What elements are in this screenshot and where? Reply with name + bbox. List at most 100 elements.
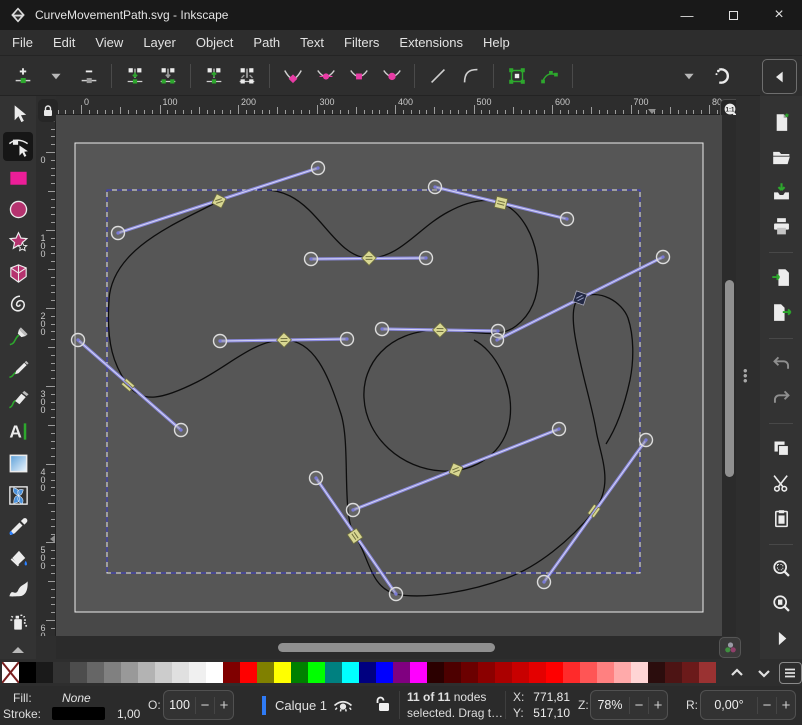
join-with-segment-button[interactable] <box>151 59 184 93</box>
rotation-spinbox[interactable]: 0,00° − + <box>700 690 796 720</box>
palette-swatch[interactable] <box>614 662 631 683</box>
palette-swatch[interactable] <box>172 662 189 683</box>
zoom-drawing-button[interactable] <box>766 589 796 618</box>
layer-indicator[interactable]: Calque 1 <box>262 696 327 715</box>
join-nodes-button[interactable] <box>118 59 151 93</box>
tool-spiral[interactable] <box>3 290 33 319</box>
new-document-button[interactable] <box>766 108 796 137</box>
break-nodes-button[interactable] <box>197 59 230 93</box>
palette-swatch[interactable] <box>70 662 87 683</box>
palette-swatch[interactable] <box>274 662 291 683</box>
palette-swatch[interactable] <box>308 662 325 683</box>
palette-swatch[interactable] <box>563 662 580 683</box>
tool-tweak[interactable] <box>3 576 33 605</box>
palette-swatch[interactable] <box>444 662 461 683</box>
save-document-button[interactable] <box>766 178 796 207</box>
menu-object[interactable]: Object <box>186 31 244 54</box>
palette-swatch[interactable] <box>461 662 478 683</box>
print-button[interactable] <box>766 212 796 241</box>
delete-segment-button[interactable] <box>230 59 263 93</box>
layer-visibility-eye-icon[interactable] <box>333 697 353 712</box>
palette-swatch[interactable] <box>376 662 393 683</box>
palette-swatch[interactable] <box>155 662 172 683</box>
toolbox-scroll-more-button[interactable] <box>11 641 25 659</box>
menu-layer[interactable]: Layer <box>133 31 186 54</box>
maximize-button[interactable] <box>710 0 756 30</box>
dock-grip-handle[interactable]: ••• <box>743 368 748 383</box>
tool-dropper[interactable] <box>3 512 33 541</box>
fill-value[interactable]: None <box>62 691 91 705</box>
menu-file[interactable]: File <box>2 31 43 54</box>
rotation-value[interactable]: 0,00° <box>701 698 757 712</box>
palette-swatch[interactable] <box>87 662 104 683</box>
opacity-value[interactable]: 100 <box>164 698 195 712</box>
tool-gradient[interactable] <box>3 449 33 478</box>
palette-swatch[interactable] <box>240 662 257 683</box>
palette-swatch[interactable] <box>359 662 376 683</box>
palette-swatch[interactable] <box>699 662 716 683</box>
color-managed-display-toggle[interactable] <box>719 637 741 658</box>
palette-swatch[interactable] <box>427 662 444 683</box>
palette-swatch[interactable] <box>546 662 563 683</box>
open-document-button[interactable] <box>766 143 796 172</box>
rotation-increase-button[interactable]: + <box>776 697 795 714</box>
stroke-color-swatch[interactable] <box>52 707 105 720</box>
make-auto-node-button[interactable] <box>375 59 408 93</box>
horizontal-scrollbar-thumb[interactable] <box>278 643 495 652</box>
opacity-decrease-button[interactable]: − <box>195 697 214 714</box>
palette-swatch[interactable] <box>53 662 70 683</box>
palette-swatch[interactable] <box>19 662 36 683</box>
rotation-decrease-button[interactable]: − <box>757 697 776 714</box>
minimize-button[interactable]: — <box>664 0 710 30</box>
palette-swatch[interactable] <box>631 662 648 683</box>
canvas[interactable] <box>56 115 722 636</box>
cut-button[interactable] <box>766 469 796 498</box>
export-button[interactable] <box>766 298 796 327</box>
make-smooth-node-button[interactable] <box>309 59 342 93</box>
palette-swatch[interactable] <box>189 662 206 683</box>
snap-bar-collapse-button[interactable] <box>762 59 797 94</box>
tool-paint-bucket[interactable] <box>3 544 33 573</box>
stroke-to-path-button[interactable] <box>533 59 566 93</box>
zoom-decrease-button[interactable]: − <box>629 697 648 714</box>
palette-swatch[interactable] <box>121 662 138 683</box>
import-button[interactable] <box>766 263 796 292</box>
menu-path[interactable]: Path <box>243 31 290 54</box>
palette-swatch[interactable] <box>393 662 410 683</box>
palette-swatch[interactable] <box>495 662 512 683</box>
tool-rectangle[interactable] <box>3 163 33 192</box>
delete-node-button[interactable] <box>72 59 105 93</box>
duplicate-button[interactable] <box>766 434 796 463</box>
guide-lock-toggle[interactable] <box>38 99 58 122</box>
toolbar-options-menu-button[interactable] <box>672 59 705 93</box>
palette-swatch[interactable] <box>342 662 359 683</box>
paste-button[interactable] <box>766 504 796 533</box>
horizontal-ruler[interactable]: 0100200300400500600700800 <box>56 96 722 115</box>
zoom-spinbox[interactable]: 78% − + <box>590 690 668 720</box>
menu-view[interactable]: View <box>85 31 133 54</box>
menu-edit[interactable]: Edit <box>43 31 85 54</box>
layer-lock-open-icon[interactable] <box>374 695 391 713</box>
palette-scroll-down[interactable] <box>751 662 776 684</box>
opacity-increase-button[interactable]: + <box>214 697 233 714</box>
vertical-scrollbar[interactable] <box>722 115 736 636</box>
menu-filters[interactable]: Filters <box>334 31 389 54</box>
layer-name[interactable]: Calque 1 <box>275 698 327 713</box>
palette-swatch[interactable] <box>104 662 121 683</box>
menu-extensions[interactable]: Extensions <box>389 31 473 54</box>
palette-swatch[interactable] <box>597 662 614 683</box>
palette-swatch[interactable] <box>206 662 223 683</box>
palette-swatch[interactable] <box>478 662 495 683</box>
menu-text[interactable]: Text <box>290 31 334 54</box>
redo-button[interactable] <box>766 383 796 412</box>
tool-node-editor[interactable] <box>3 132 33 161</box>
insert-node-menu-button[interactable] <box>39 59 72 93</box>
next-path-effect-parameter-button[interactable] <box>705 59 738 93</box>
tool-selector[interactable] <box>3 100 33 129</box>
insert-node-button[interactable] <box>6 59 39 93</box>
zoom-increase-button[interactable]: + <box>648 697 667 714</box>
stroke-width-value[interactable]: 1,00 <box>117 707 140 721</box>
make-curve-segment-button[interactable] <box>454 59 487 93</box>
tool-text[interactable]: A <box>3 417 33 446</box>
tool-pen[interactable] <box>3 322 33 351</box>
